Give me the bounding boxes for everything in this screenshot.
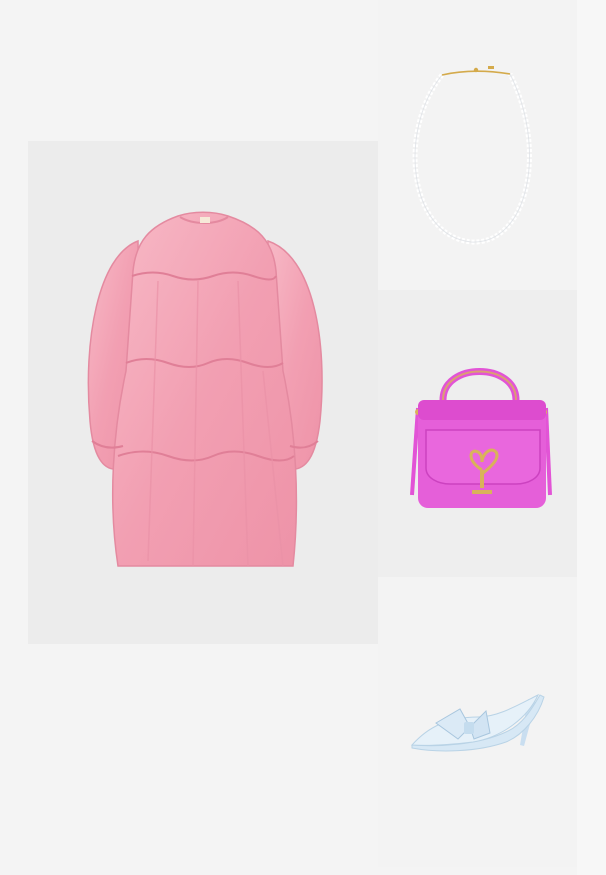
pink-tiered-dress-image [87, 211, 323, 567]
page-margin [577, 0, 606, 875]
shoe-tile[interactable] [378, 577, 577, 867]
bag-tile[interactable] [378, 290, 577, 577]
dress-tile[interactable] [28, 141, 378, 644]
necklace-tile[interactable] [378, 0, 577, 290]
pink-handbag-image [410, 368, 552, 508]
pearl-necklace-image [412, 66, 532, 245]
blue-bow-mule-image [410, 693, 545, 752]
outfit-board: { "board": { "items": [ {"id": "dress", … [0, 0, 606, 875]
